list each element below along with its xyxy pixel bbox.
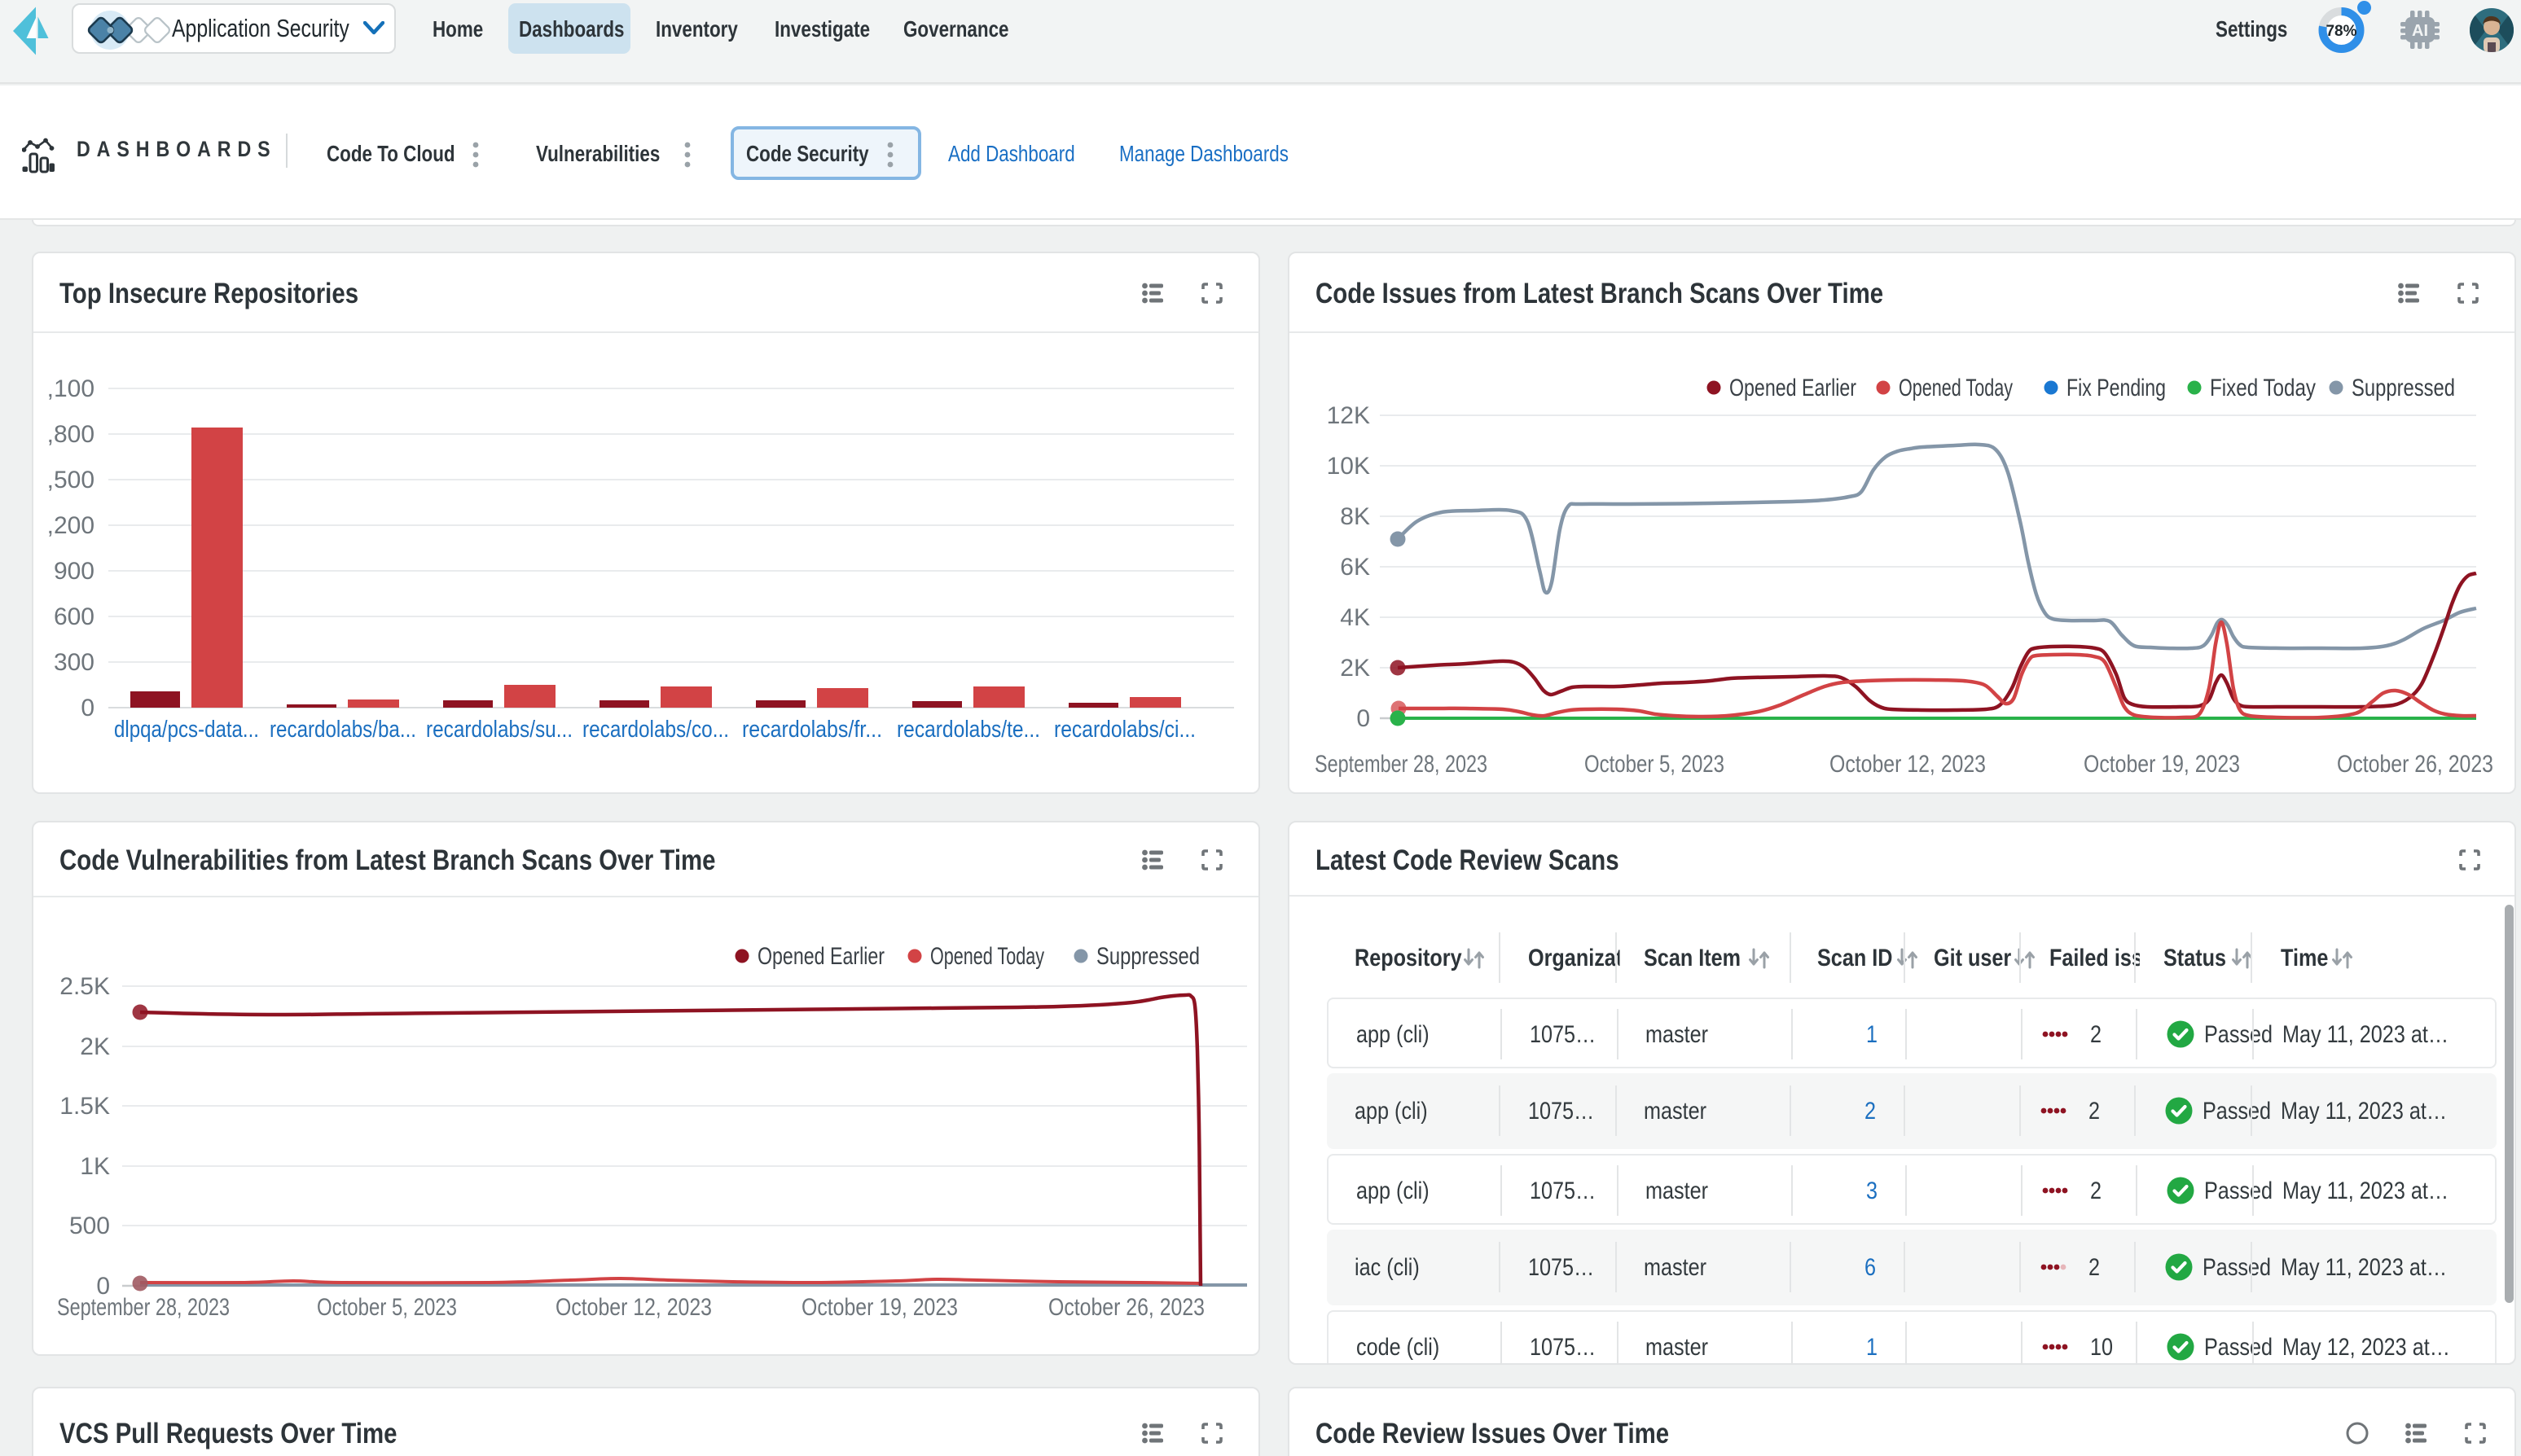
svg-text:78%: 78% bbox=[2326, 23, 2356, 40]
svg-text:recardolabs/su...: recardolabs/su... bbox=[426, 717, 573, 743]
svg-text:Opened Earlier: Opened Earlier bbox=[1729, 375, 1856, 401]
svg-text:dlpqa/pcs-data...: dlpqa/pcs-data... bbox=[114, 717, 259, 743]
svg-text:Fix Pending: Fix Pending bbox=[2066, 375, 2166, 401]
svg-text:October 5, 2023: October 5, 2023 bbox=[1584, 751, 1724, 778]
svg-text:2.5K: 2.5K bbox=[59, 973, 110, 1000]
svg-text:Opened Today: Opened Today bbox=[1899, 375, 2013, 401]
svg-text:1.5K: 1.5K bbox=[59, 1093, 110, 1120]
svg-text:,200: ,200 bbox=[47, 512, 94, 539]
svg-text:Suppressed: Suppressed bbox=[2352, 375, 2455, 401]
svg-text:recardolabs/ba...: recardolabs/ba... bbox=[270, 717, 416, 743]
svg-text:September 28, 2023: September 28, 2023 bbox=[1315, 751, 1487, 778]
svg-text:recardolabs/te...: recardolabs/te... bbox=[897, 717, 1040, 743]
svg-text:Opened Today: Opened Today bbox=[930, 943, 1044, 970]
svg-text:October 5, 2023: October 5, 2023 bbox=[317, 1294, 457, 1321]
svg-text:AI: AI bbox=[2412, 22, 2428, 40]
svg-text:recardolabs/fr...: recardolabs/fr... bbox=[742, 717, 882, 743]
svg-text:Fixed Today: Fixed Today bbox=[2210, 375, 2316, 401]
svg-text:6K: 6K bbox=[1340, 554, 1370, 581]
svg-text:300: 300 bbox=[54, 649, 94, 676]
svg-text:,500: ,500 bbox=[47, 467, 94, 493]
svg-text:recardolabs/ci...: recardolabs/ci... bbox=[1054, 717, 1196, 743]
svg-text:recardolabs/co...: recardolabs/co... bbox=[582, 717, 729, 743]
svg-text:10K: 10K bbox=[1327, 453, 1370, 480]
svg-text:0: 0 bbox=[1356, 705, 1370, 732]
svg-text:Suppressed: Suppressed bbox=[1096, 943, 1200, 970]
svg-text:October 12, 2023: October 12, 2023 bbox=[556, 1294, 712, 1321]
svg-text:,100: ,100 bbox=[47, 375, 94, 402]
svg-text:October 12, 2023: October 12, 2023 bbox=[1829, 751, 1986, 778]
svg-text:8K: 8K bbox=[1340, 503, 1370, 530]
svg-text:1K: 1K bbox=[80, 1153, 110, 1180]
svg-text:October 19, 2023: October 19, 2023 bbox=[802, 1294, 958, 1321]
svg-text:12K: 12K bbox=[1327, 402, 1370, 429]
svg-text:600: 600 bbox=[54, 603, 94, 630]
svg-text:October 19, 2023: October 19, 2023 bbox=[2084, 751, 2240, 778]
svg-text:4K: 4K bbox=[1340, 604, 1370, 631]
svg-text:500: 500 bbox=[69, 1213, 110, 1239]
svg-text:October 26, 2023: October 26, 2023 bbox=[2337, 751, 2493, 778]
svg-text:2K: 2K bbox=[80, 1033, 110, 1060]
svg-text:0: 0 bbox=[81, 695, 94, 721]
svg-text:September 28, 2023: September 28, 2023 bbox=[57, 1294, 230, 1321]
svg-text:900: 900 bbox=[54, 558, 94, 585]
svg-text:October 26, 2023: October 26, 2023 bbox=[1048, 1294, 1205, 1321]
svg-text:Opened Earlier: Opened Earlier bbox=[758, 943, 885, 970]
svg-text:,800: ,800 bbox=[47, 421, 94, 448]
svg-text:2K: 2K bbox=[1340, 655, 1370, 682]
